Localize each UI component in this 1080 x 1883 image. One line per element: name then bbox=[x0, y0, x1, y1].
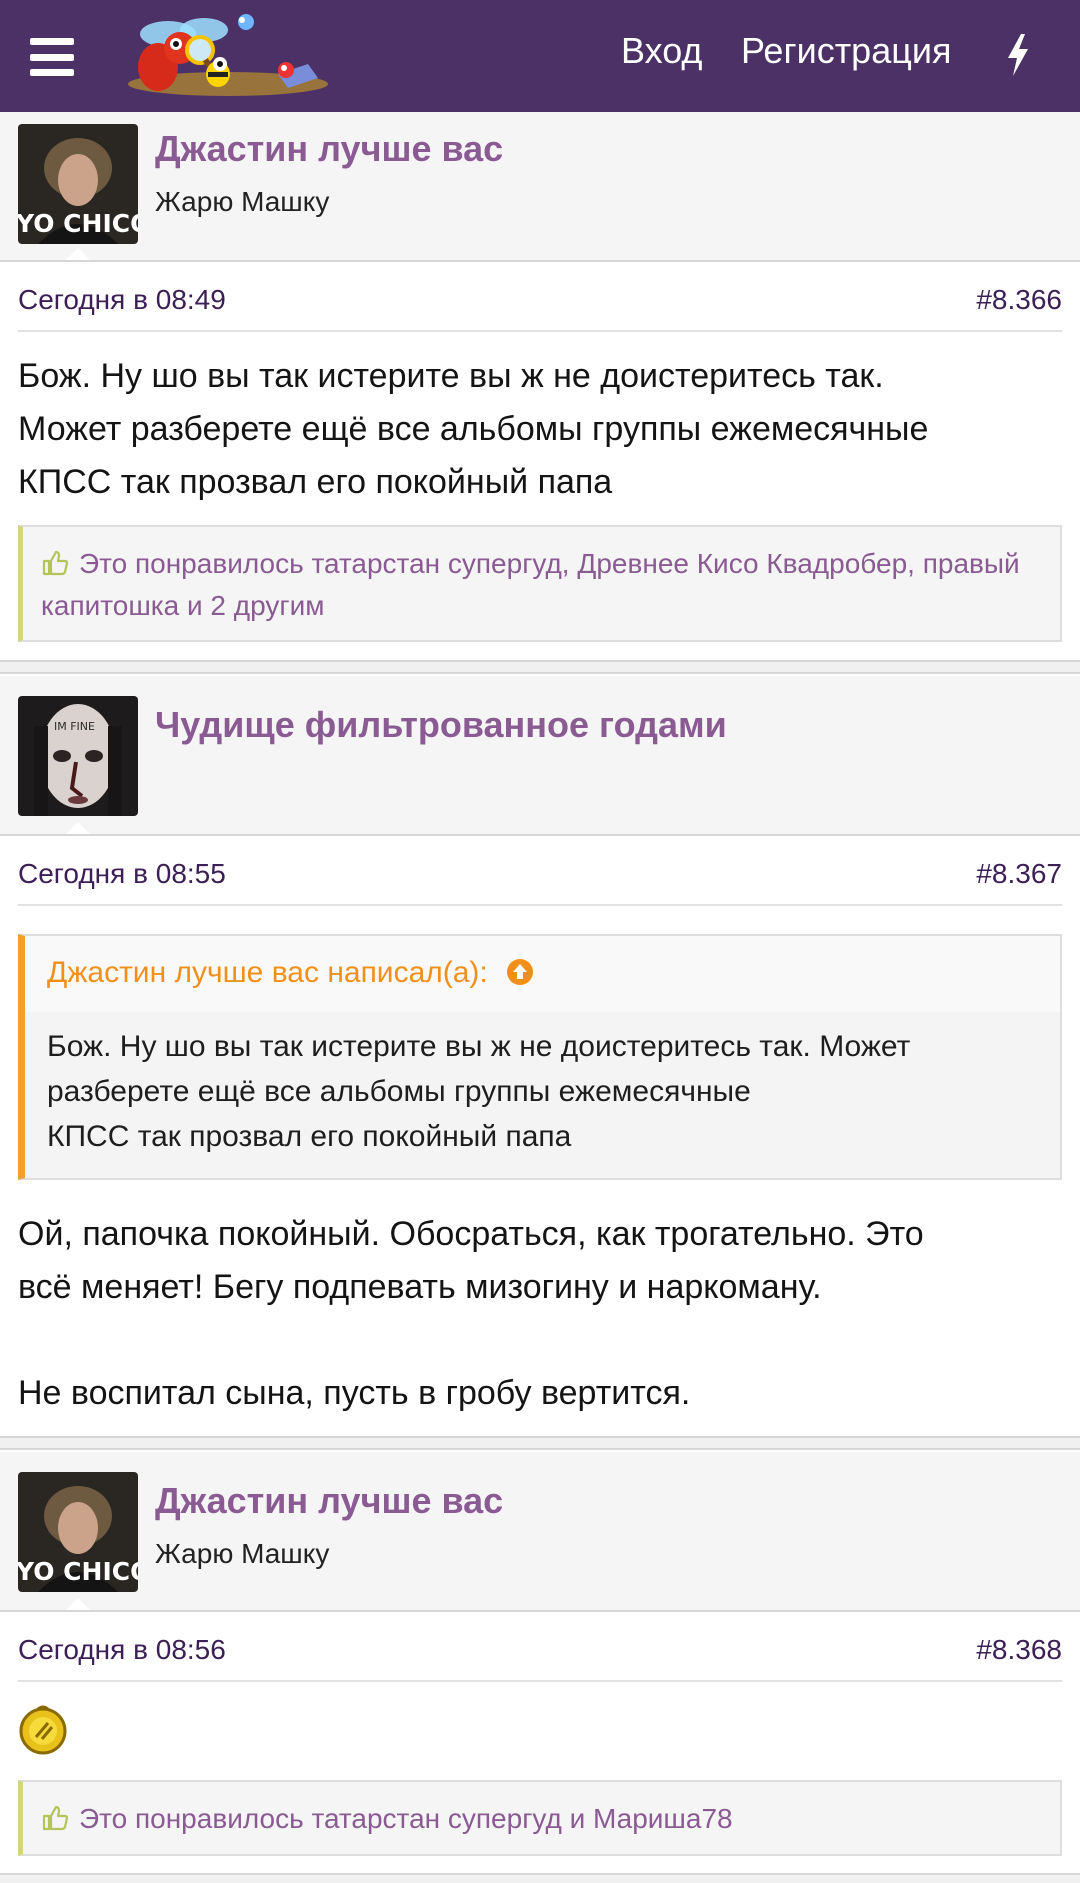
quote-body: Бож. Ну шо вы так истерите вы ж не доист… bbox=[25, 1012, 1060, 1173]
user-title: Жарю Машку bbox=[155, 186, 330, 217]
likes-prefix: Это понравилось bbox=[79, 1803, 304, 1834]
avatar-caption: IM FINE bbox=[54, 720, 95, 733]
quote-author[interactable]: Джастин лучше вас написал(а): bbox=[47, 956, 488, 989]
message-line: Не воспитал сына, пусть в гробу вертится… bbox=[18, 1374, 691, 1412]
quote-line: Бож. Ну шо вы так истерите вы ж не доист… bbox=[47, 1030, 911, 1063]
arrow-up-circle-icon[interactable] bbox=[506, 958, 534, 986]
avatar-caption: YO CHICO bbox=[18, 1557, 138, 1586]
avatar-caption: YO CHICO bbox=[18, 209, 138, 238]
quote-block: Джастин лучше вас написал(а): Бож. Ну шо… bbox=[18, 934, 1062, 1180]
quote-line: КПСС так прозвал его покойный папа bbox=[47, 1120, 572, 1153]
message-line: всё меняет! Бегу подпевать мизогину и на… bbox=[18, 1268, 822, 1306]
lightning-icon[interactable] bbox=[1005, 34, 1031, 76]
thumbs-up-icon bbox=[42, 1805, 69, 1831]
avatar-image: YO CHICO bbox=[18, 124, 138, 244]
gold-smiley-icon bbox=[19, 1705, 67, 1755]
register-link[interactable]: Регистрация bbox=[741, 30, 951, 72]
likes-summary: Это понравилось татарстан супергуд и Мар… bbox=[18, 1780, 1062, 1856]
thumbs-up-icon bbox=[42, 550, 69, 576]
menu-icon[interactable] bbox=[30, 38, 74, 76]
post-date[interactable]: Сегодня в 08:49 bbox=[18, 284, 226, 316]
user-title: Жарю Машку bbox=[155, 1538, 330, 1569]
post-message: Ой, папочка покойный. Обосраться, как тр… bbox=[18, 1208, 1062, 1420]
author-name[interactable]: Джастин лучше вас bbox=[155, 128, 503, 170]
avatar-image: YO CHICO bbox=[18, 1472, 138, 1592]
post-number[interactable]: #8.367 bbox=[976, 858, 1062, 890]
post-meta: Сегодня в 08:56 #8.368 bbox=[18, 1614, 1062, 1682]
message-line: Может разберете ещё все альбомы группы е… bbox=[18, 410, 929, 448]
post-meta: Сегодня в 08:55 #8.367 bbox=[18, 838, 1062, 906]
avatar-pointer bbox=[66, 248, 90, 260]
post-separator bbox=[0, 660, 1080, 674]
avatar-pointer bbox=[66, 822, 90, 834]
post-date[interactable]: Сегодня в 08:55 bbox=[18, 858, 226, 890]
message-line: Ой, папочка покойный. Обосраться, как тр… bbox=[18, 1215, 924, 1253]
likes-summary: Это понравилось татарстан супергуд, Древ… bbox=[18, 525, 1062, 642]
avatar[interactable]: YO CHICO bbox=[18, 124, 138, 244]
avatar[interactable]: IM FINE bbox=[18, 696, 138, 816]
login-link[interactable]: Вход bbox=[621, 30, 702, 72]
message-line bbox=[18, 1314, 1062, 1367]
likes-names[interactable]: татарстан супергуд и Мариша78 bbox=[311, 1803, 732, 1834]
avatar[interactable]: YO CHICO bbox=[18, 1472, 138, 1592]
post-header: YO CHICO Джастин лучше вас Жарю Машку bbox=[0, 112, 1080, 262]
post-number[interactable]: #8.368 bbox=[976, 1634, 1062, 1666]
post-separator bbox=[0, 1873, 1080, 1883]
top-navigation-bar: Вход Регистрация bbox=[0, 0, 1080, 112]
message-line: КПСС так прозвал его покойный папа bbox=[18, 463, 613, 501]
quote-header: Джастин лучше вас написал(а): bbox=[25, 936, 1060, 1012]
post-header: YO CHICO Джастин лучше вас Жарю Машку bbox=[0, 1452, 1080, 1612]
quote-line: разберете ещё все альбомы группы ежемеся… bbox=[47, 1075, 751, 1108]
message-line: Бож. Ну шо вы так истерите вы ж не доист… bbox=[18, 357, 884, 395]
author-name[interactable]: Джастин лучше вас bbox=[155, 1480, 503, 1522]
post-meta: Сегодня в 08:49 #8.366 bbox=[18, 264, 1062, 332]
author-name[interactable]: Чудище фильтрованное годами bbox=[155, 704, 727, 746]
post-header: IM FINE Чудище фильтрованное годами bbox=[0, 676, 1080, 836]
post-separator bbox=[0, 1436, 1080, 1450]
likes-prefix: Это понравилось bbox=[79, 548, 304, 579]
post-number[interactable]: #8.366 bbox=[976, 284, 1062, 316]
avatar-pointer bbox=[66, 1598, 90, 1610]
avatar-image: IM FINE bbox=[18, 696, 138, 816]
post-date[interactable]: Сегодня в 08:56 bbox=[18, 1634, 226, 1666]
bee-logo[interactable] bbox=[108, 12, 358, 102]
post-message: Бож. Ну шо вы так истерите вы ж не доист… bbox=[18, 350, 1062, 509]
